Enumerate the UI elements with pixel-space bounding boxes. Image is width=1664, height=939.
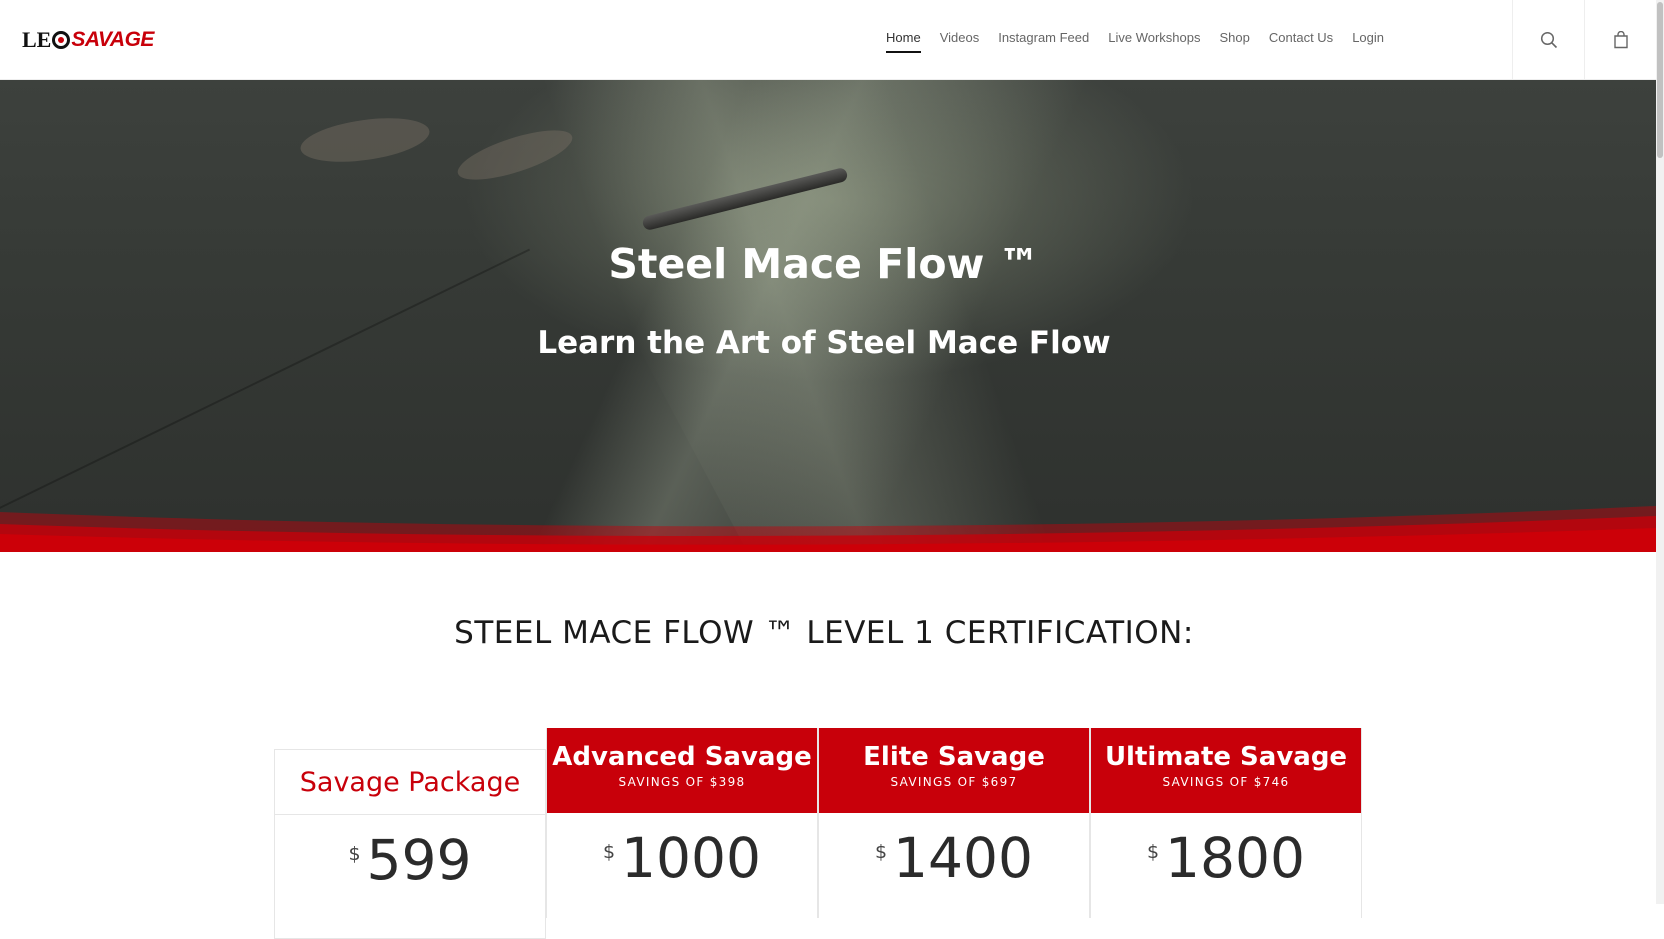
plan-price: $1400 — [819, 813, 1089, 903]
cart-button[interactable] — [1584, 0, 1657, 80]
currency-symbol: $ — [348, 843, 361, 865]
site-logo[interactable]: LE SAVAGE — [22, 26, 154, 54]
plan-header: Ultimate Savage SAVINGS OF $746 — [1091, 728, 1361, 813]
main-nav: Home Videos Instagram Feed Live Workshop… — [886, 29, 1384, 53]
plan-name: Advanced Savage — [552, 742, 812, 772]
plan-name: Ultimate Savage — [1104, 742, 1348, 772]
hero-light-beam — [475, 80, 1225, 552]
plan-header: Advanced Savage SAVINGS OF $398 — [547, 728, 817, 813]
plan-price: $1800 — [1091, 813, 1361, 903]
nav-instagram-feed[interactable]: Instagram Feed — [998, 29, 1089, 53]
logo-text-le: LE — [22, 27, 52, 52]
nav-login[interactable]: Login — [1352, 29, 1384, 53]
hero-foot-left — [297, 111, 433, 169]
price-amount: 599 — [366, 828, 472, 892]
hero-floor-line — [0, 248, 531, 514]
nav-home[interactable]: Home — [886, 29, 921, 53]
plan-card-advanced-savage: Advanced Savage SAVINGS OF $398 $1000 — [546, 728, 818, 918]
plan-card-savage-package: Savage Package $599 — [274, 749, 546, 939]
scrollbar-thumb[interactable] — [1657, 2, 1663, 158]
certification-heading: STEEL MACE FLOW ™ LEVEL 1 CERTIFICATION: — [454, 615, 1194, 651]
plan-header: Elite Savage SAVINGS OF $697 — [819, 728, 1089, 813]
search-button[interactable] — [1512, 0, 1585, 80]
logo-mark-icon — [52, 31, 71, 49]
plan-header: Savage Package — [275, 750, 545, 815]
plan-price: $599 — [275, 815, 545, 905]
hero-title: Steel Mace Flow ™ — [608, 240, 1040, 288]
nav-contact-us[interactable]: Contact Us — [1269, 29, 1333, 53]
plan-savings: SAVINGS OF $697 — [890, 775, 1018, 789]
plan-savings: SAVINGS OF $746 — [1162, 775, 1290, 789]
plan-savings: SAVINGS OF $398 — [618, 775, 746, 789]
site-header: LE SAVAGE Home Videos Instagram Feed Liv… — [0, 0, 1656, 80]
hero-subtitle: Learn the Art of Steel Mace Flow — [537, 325, 1111, 361]
currency-symbol: $ — [1146, 841, 1160, 863]
nav-shop[interactable]: Shop — [1220, 29, 1250, 53]
price-amount: 1400 — [893, 826, 1034, 890]
nav-live-workshops[interactable]: Live Workshops — [1108, 29, 1200, 53]
plan-name: Elite Savage — [863, 742, 1045, 772]
plan-name: Savage Package — [299, 767, 521, 798]
price-amount: 1800 — [1165, 826, 1306, 890]
plan-card-elite-savage: Elite Savage SAVINGS OF $697 $1400 — [818, 728, 1090, 918]
hero-banner: Steel Mace Flow ™ Learn the Art of Steel… — [0, 80, 1656, 552]
pricing-table: Savage Package $599 Advanced Savage SAVI… — [274, 728, 1362, 939]
search-icon — [1540, 31, 1558, 49]
hero-red-wave — [0, 506, 1656, 552]
shopping-bag-icon — [1614, 31, 1628, 49]
nav-videos[interactable]: Videos — [940, 29, 980, 53]
plan-card-ultimate-savage: Ultimate Savage SAVINGS OF $746 $1800 — [1090, 728, 1362, 918]
logo-text-savage: SAVAGE — [71, 28, 154, 51]
page-scrollbar[interactable] — [1656, 0, 1664, 904]
price-amount: 1000 — [621, 826, 762, 890]
currency-symbol: $ — [602, 841, 616, 863]
plan-price: $1000 — [547, 813, 817, 903]
currency-symbol: $ — [874, 841, 888, 863]
